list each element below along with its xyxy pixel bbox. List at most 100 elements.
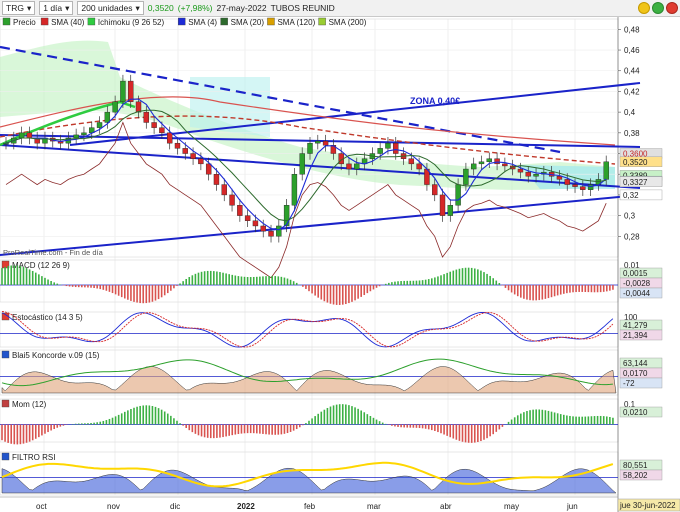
candle-body (213, 174, 220, 185)
x-tick-label: jun (566, 502, 578, 511)
interval-selector[interactable]: 1 día ▾ (39, 1, 74, 15)
quote-date: 27-may-2022 (216, 3, 267, 13)
indicator-tag-label: 0,0170 (623, 369, 648, 378)
units-selector[interactable]: 200 unidades ▾ (77, 1, 144, 15)
candle-body (252, 220, 259, 227)
chevron-down-icon: ▾ (65, 3, 70, 13)
price-tag-label: 0,32 (623, 191, 639, 200)
candle-body (159, 127, 165, 134)
candle-body (354, 163, 360, 170)
legend-swatch (267, 17, 275, 26)
candle-body (470, 163, 477, 170)
candle-body (502, 163, 508, 167)
candle-body (385, 142, 391, 149)
legend-label: SMA (20) (231, 18, 265, 27)
candle-body (533, 174, 539, 177)
indicator-tag-label: 80,551 (623, 461, 648, 470)
candle-body (260, 225, 266, 232)
x-tick-label: feb (304, 502, 316, 511)
candle-body (174, 142, 181, 149)
units-label: 200 unidades (81, 3, 133, 13)
legend-label: SMA (200) (329, 18, 367, 27)
candle-body (237, 205, 243, 216)
candle-body (315, 140, 321, 144)
legend-swatch (87, 17, 96, 26)
candle-body (494, 158, 500, 165)
indicator-title: Estocástico (14 3 5) (12, 313, 83, 322)
candle-body (517, 168, 524, 173)
indicator-tag-label: 58,202 (623, 471, 648, 480)
indicator-tag-label: 21,394 (623, 331, 648, 340)
indicator-tag-label: 63,144 (623, 359, 648, 368)
price-tick-label: 0,38 (624, 129, 640, 138)
price-tag-label: 0,3520 (623, 158, 648, 167)
candle-body (556, 176, 563, 180)
candle-body (525, 171, 531, 177)
minimize-icon[interactable] (638, 2, 650, 14)
indicator-title: FILTRO RSI (12, 453, 55, 462)
indicator-swatch (1, 452, 10, 461)
indicator-tag-label: 0,0210 (623, 408, 648, 417)
price-tick-label: 0,3 (624, 212, 636, 221)
maximize-icon[interactable] (652, 2, 664, 14)
indicator-tag-label: -0,0028 (623, 279, 651, 288)
indicator-tag-label: 41,279 (623, 321, 648, 330)
indicator-tag-label: 0,0015 (623, 269, 648, 278)
legend-swatch (220, 17, 228, 26)
window-controls (638, 2, 678, 14)
candle-body (572, 184, 578, 187)
legend-label: Ichimoku (9 26 52) (98, 18, 165, 27)
x-tick-label: abr (440, 502, 452, 511)
price-tick-label: 0,4 (624, 108, 636, 117)
x-tick-label: 2022 (237, 502, 255, 511)
legend-label: Precio (13, 18, 36, 27)
price-tick-label: 0,44 (624, 67, 640, 76)
chevron-down-icon: ▾ (135, 3, 140, 13)
candle-body (205, 163, 212, 175)
instrument-name: TUBOS REUNID (270, 3, 335, 13)
candle-body (291, 174, 298, 206)
candle-body (166, 132, 173, 144)
candle-body (73, 134, 79, 139)
candle-body (478, 161, 485, 165)
candle-body (603, 161, 609, 180)
candle-body (26, 132, 33, 139)
candle-body (587, 184, 594, 190)
candle-body (276, 225, 282, 237)
indicator-tag-label: -72 (623, 379, 635, 388)
candle-body (580, 186, 586, 190)
candle-body (221, 184, 227, 196)
x-tick-label: dic (170, 502, 180, 511)
candle-body (439, 194, 446, 216)
interval-label: 1 día (43, 3, 63, 13)
indicator-title: Mom (12) (12, 400, 47, 409)
zona-annotation: ZONA 0,40€ (410, 96, 460, 106)
candle-body (393, 142, 399, 154)
symbol-label: TRG (6, 3, 24, 13)
legend-label: SMA (120) (277, 18, 315, 27)
candle-body (151, 122, 157, 128)
candle-body (143, 111, 150, 123)
candle-body (564, 179, 570, 185)
close-icon[interactable] (666, 2, 678, 14)
pane-frame (0, 398, 619, 443)
candle-body (190, 153, 196, 159)
candle-body (229, 194, 235, 206)
chevron-down-icon: ▾ (26, 3, 32, 13)
candle-body (447, 205, 454, 216)
x-tick-label: nov (107, 502, 120, 511)
candle-body (299, 153, 305, 175)
candle-body (244, 215, 251, 221)
legend-label: SMA (40) (51, 18, 85, 27)
legend-label: SMA (4) (188, 18, 217, 27)
legend-swatch (2, 17, 11, 26)
symbol-selector[interactable]: TRG ▾ (2, 1, 36, 15)
indicator-title: Blai5 Koncorde v.09 (15) (12, 351, 100, 360)
toolbar: TRG ▾ 1 día ▾ 200 unidades ▾ 0,3520 (+7,… (0, 0, 680, 17)
price-tick-label: 0,46 (624, 46, 640, 55)
candle-body (283, 205, 290, 227)
candle-body (416, 163, 422, 170)
candle-body (432, 184, 438, 196)
last-price: 0,3520 (147, 3, 174, 13)
candle-body (268, 230, 274, 237)
